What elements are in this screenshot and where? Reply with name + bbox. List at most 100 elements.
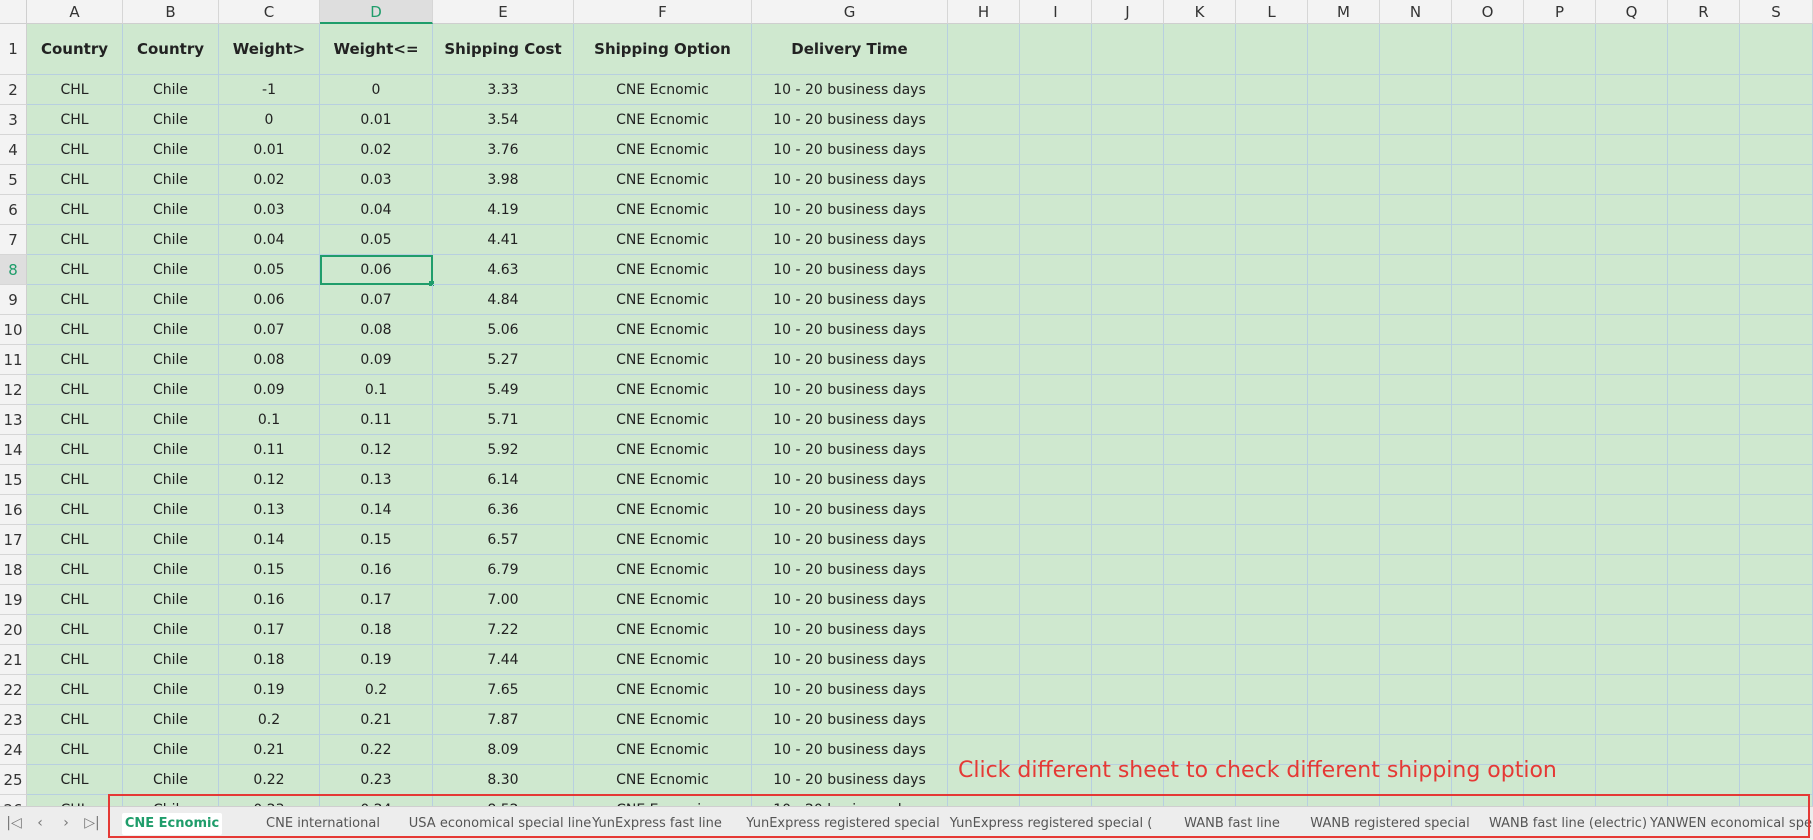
- table-cell[interactable]: CNE Ecnomic: [574, 135, 752, 165]
- table-cell[interactable]: [1524, 375, 1596, 405]
- table-cell[interactable]: CHL: [27, 225, 123, 255]
- table-cell[interactable]: [1164, 795, 1236, 806]
- table-cell[interactable]: 0.11: [219, 435, 320, 465]
- table-cell[interactable]: 10 - 20 business days: [752, 525, 948, 555]
- header-cell[interactable]: [948, 24, 1020, 75]
- table-cell[interactable]: 0.21: [320, 705, 433, 735]
- table-cell[interactable]: CHL: [27, 495, 123, 525]
- sheet-tab[interactable]: CNE Ecnomic: [122, 813, 222, 835]
- table-cell[interactable]: CHL: [27, 735, 123, 765]
- table-cell[interactable]: CNE Ecnomic: [574, 585, 752, 615]
- row-header-18[interactable]: 18: [0, 555, 27, 585]
- table-cell[interactable]: Chile: [123, 615, 219, 645]
- table-cell[interactable]: [1092, 405, 1164, 435]
- table-cell[interactable]: [1524, 585, 1596, 615]
- table-cell[interactable]: 7.44: [433, 645, 574, 675]
- table-cell[interactable]: [1380, 225, 1452, 255]
- table-cell[interactable]: [1380, 645, 1452, 675]
- table-cell[interactable]: [1164, 255, 1236, 285]
- table-cell[interactable]: [1596, 675, 1668, 705]
- table-cell[interactable]: [1236, 315, 1308, 345]
- table-cell[interactable]: [1668, 405, 1740, 435]
- table-cell[interactable]: [1092, 165, 1164, 195]
- table-cell[interactable]: 0.2: [320, 675, 433, 705]
- table-cell[interactable]: [948, 315, 1020, 345]
- table-cell[interactable]: 0.17: [219, 615, 320, 645]
- table-cell[interactable]: 5.92: [433, 435, 574, 465]
- header-cell[interactable]: Weight>: [219, 24, 320, 75]
- table-cell[interactable]: [1596, 195, 1668, 225]
- header-cell[interactable]: [1092, 24, 1164, 75]
- table-cell[interactable]: Chile: [123, 225, 219, 255]
- table-cell[interactable]: [1164, 135, 1236, 165]
- table-cell[interactable]: [1524, 495, 1596, 525]
- table-cell[interactable]: [1596, 615, 1668, 645]
- table-cell[interactable]: [1092, 495, 1164, 525]
- table-cell[interactable]: [1380, 795, 1452, 806]
- table-cell[interactable]: 0.13: [219, 495, 320, 525]
- table-cell[interactable]: [1308, 375, 1380, 405]
- table-cell[interactable]: [1308, 705, 1380, 735]
- table-cell[interactable]: [1668, 435, 1740, 465]
- table-cell[interactable]: 0.16: [219, 585, 320, 615]
- table-cell[interactable]: [1092, 435, 1164, 465]
- table-cell[interactable]: [1236, 375, 1308, 405]
- table-cell[interactable]: 0.23: [219, 795, 320, 806]
- table-cell[interactable]: 10 - 20 business days: [752, 555, 948, 585]
- table-cell[interactable]: [1524, 675, 1596, 705]
- table-cell[interactable]: [1596, 285, 1668, 315]
- table-cell[interactable]: [1164, 75, 1236, 105]
- table-cell[interactable]: Chile: [123, 765, 219, 795]
- table-cell[interactable]: [1740, 765, 1813, 795]
- table-cell[interactable]: [1020, 585, 1092, 615]
- table-cell[interactable]: 0.03: [320, 165, 433, 195]
- row-header-17[interactable]: 17: [0, 525, 27, 555]
- table-cell[interactable]: [1740, 795, 1813, 806]
- table-cell[interactable]: 7.22: [433, 615, 574, 645]
- table-cell[interactable]: 3.33: [433, 75, 574, 105]
- table-cell[interactable]: Chile: [123, 645, 219, 675]
- table-cell[interactable]: Chile: [123, 735, 219, 765]
- table-cell[interactable]: 0.14: [219, 525, 320, 555]
- table-cell[interactable]: 3.54: [433, 105, 574, 135]
- row-header-23[interactable]: 23: [0, 705, 27, 735]
- table-cell[interactable]: [1380, 75, 1452, 105]
- table-cell[interactable]: [1164, 405, 1236, 435]
- table-cell[interactable]: [1020, 375, 1092, 405]
- select-all-corner[interactable]: [0, 0, 27, 24]
- table-cell[interactable]: Chile: [123, 345, 219, 375]
- table-cell[interactable]: [1740, 735, 1813, 765]
- table-cell[interactable]: 0.03: [219, 195, 320, 225]
- table-cell[interactable]: CNE Ecnomic: [574, 105, 752, 135]
- row-header-13[interactable]: 13: [0, 405, 27, 435]
- table-cell[interactable]: CHL: [27, 345, 123, 375]
- table-cell[interactable]: [1740, 75, 1813, 105]
- table-cell[interactable]: [1308, 675, 1380, 705]
- table-cell[interactable]: [1668, 165, 1740, 195]
- table-cell[interactable]: [1596, 795, 1668, 806]
- table-cell[interactable]: [1020, 225, 1092, 255]
- table-cell[interactable]: CHL: [27, 705, 123, 735]
- column-header-g[interactable]: G: [752, 0, 948, 24]
- table-cell[interactable]: [1524, 255, 1596, 285]
- table-cell[interactable]: [1596, 315, 1668, 345]
- table-cell[interactable]: [1020, 555, 1092, 585]
- table-cell[interactable]: 6.14: [433, 465, 574, 495]
- table-cell[interactable]: Chile: [123, 195, 219, 225]
- table-cell[interactable]: CHL: [27, 315, 123, 345]
- column-header-j[interactable]: J: [1092, 0, 1164, 24]
- table-cell[interactable]: 0.02: [320, 135, 433, 165]
- table-cell[interactable]: 4.19: [433, 195, 574, 225]
- table-cell[interactable]: [1380, 675, 1452, 705]
- table-cell[interactable]: [1668, 585, 1740, 615]
- table-cell[interactable]: [1020, 525, 1092, 555]
- table-cell[interactable]: [1452, 465, 1524, 495]
- table-cell[interactable]: 10 - 20 business days: [752, 465, 948, 495]
- row-header-19[interactable]: 19: [0, 585, 27, 615]
- table-cell[interactable]: [1452, 75, 1524, 105]
- table-cell[interactable]: [1596, 405, 1668, 435]
- table-cell[interactable]: CHL: [27, 645, 123, 675]
- table-cell[interactable]: [1452, 525, 1524, 555]
- table-cell[interactable]: [1308, 345, 1380, 375]
- table-cell[interactable]: 0: [219, 105, 320, 135]
